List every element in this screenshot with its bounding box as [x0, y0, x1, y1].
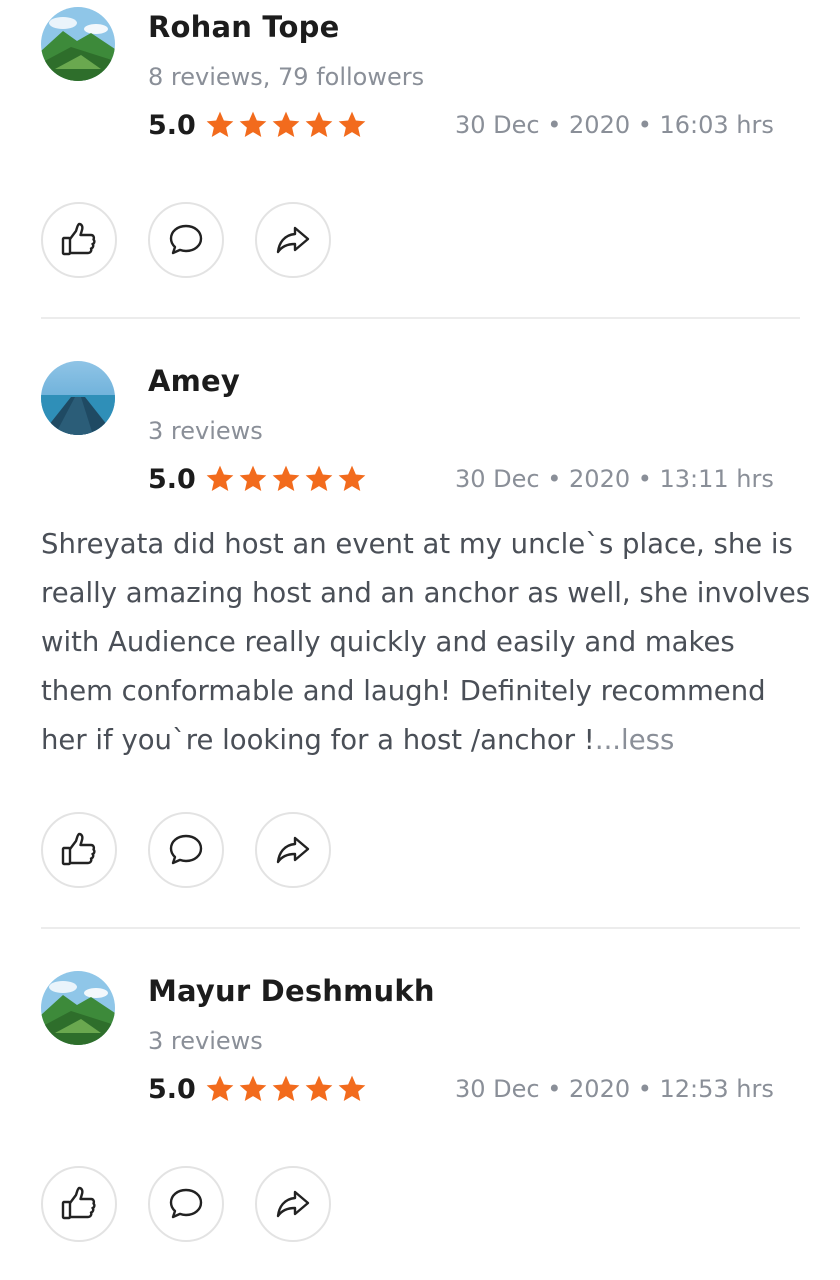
- star-icon: [206, 111, 234, 137]
- review-card: Mayur Deshmukh 3 reviews 5.0 30 Dec • 20…: [0, 964, 840, 1280]
- review-actions: [41, 1166, 331, 1242]
- star-icon: [206, 1075, 234, 1101]
- rating-score: 5.0: [148, 110, 196, 141]
- star-rating: [204, 108, 368, 142]
- comment-button[interactable]: [148, 812, 224, 888]
- star-rating: [204, 1072, 368, 1106]
- review-actions: [41, 812, 331, 888]
- less-link[interactable]: ...less: [595, 724, 674, 756]
- comment-icon: [169, 1188, 203, 1219]
- share-button[interactable]: [255, 812, 331, 888]
- star-icon: [239, 465, 267, 491]
- like-icon: [61, 832, 96, 866]
- rating-score: 5.0: [148, 464, 196, 495]
- reviewer-name[interactable]: Amey: [148, 364, 240, 398]
- like-button[interactable]: [41, 812, 117, 888]
- user-avatar[interactable]: [41, 971, 115, 1045]
- star-icon: [338, 111, 366, 137]
- comment-button[interactable]: [148, 1166, 224, 1242]
- star-rating: [204, 462, 368, 496]
- divider: [41, 317, 800, 319]
- share-icon: [276, 836, 310, 864]
- star-icon: [338, 465, 366, 491]
- star-icon: [272, 465, 300, 491]
- star-icon: [239, 111, 267, 137]
- rating-row: 5.0 30 Dec • 2020 • 16:03 hrs: [148, 108, 774, 148]
- star-icon: [305, 465, 333, 491]
- review-card: Amey 3 reviews 5.0 30 Dec • 2020 • 13:11…: [0, 354, 840, 929]
- like-icon: [61, 1186, 96, 1220]
- star-icon: [272, 111, 300, 137]
- share-button[interactable]: [255, 202, 331, 278]
- star-icon: [305, 1075, 333, 1101]
- comment-icon: [169, 834, 203, 865]
- review-text: Shreyata did host an event at my uncle`s…: [41, 520, 811, 765]
- rating-row: 5.0 30 Dec • 2020 • 13:11 hrs: [148, 462, 774, 502]
- rating-row: 5.0 30 Dec • 2020 • 12:53 hrs: [148, 1072, 774, 1112]
- comment-button[interactable]: [148, 202, 224, 278]
- review-body: Shreyata did host an event at my uncle`s…: [41, 528, 811, 756]
- rating-score: 5.0: [148, 1074, 196, 1105]
- review-actions: [41, 202, 331, 278]
- divider: [41, 927, 800, 929]
- review-date: 30 Dec • 2020 • 16:03 hrs: [455, 111, 774, 139]
- user-avatar[interactable]: [41, 7, 115, 81]
- star-icon: [338, 1075, 366, 1101]
- reviewer-name[interactable]: Rohan Tope: [148, 10, 340, 44]
- star-icon: [305, 111, 333, 137]
- review-date: 30 Dec • 2020 • 12:53 hrs: [455, 1075, 774, 1103]
- reviewer-stats: 3 reviews: [148, 417, 263, 445]
- share-button[interactable]: [255, 1166, 331, 1242]
- user-avatar[interactable]: [41, 361, 115, 435]
- share-icon: [276, 226, 310, 254]
- like-icon: [61, 222, 96, 256]
- review-date: 30 Dec • 2020 • 13:11 hrs: [455, 465, 774, 493]
- reviewer-stats: 3 reviews: [148, 1027, 263, 1055]
- comment-icon: [169, 224, 203, 255]
- like-button[interactable]: [41, 1166, 117, 1242]
- star-icon: [272, 1075, 300, 1101]
- share-icon: [276, 1190, 310, 1218]
- reviewer-name[interactable]: Mayur Deshmukh: [148, 974, 435, 1008]
- star-icon: [239, 1075, 267, 1101]
- like-button[interactable]: [41, 202, 117, 278]
- review-card: Rohan Tope 8 reviews, 79 followers 5.0 3…: [0, 0, 840, 319]
- star-icon: [206, 465, 234, 491]
- reviewer-stats: 8 reviews, 79 followers: [148, 63, 425, 91]
